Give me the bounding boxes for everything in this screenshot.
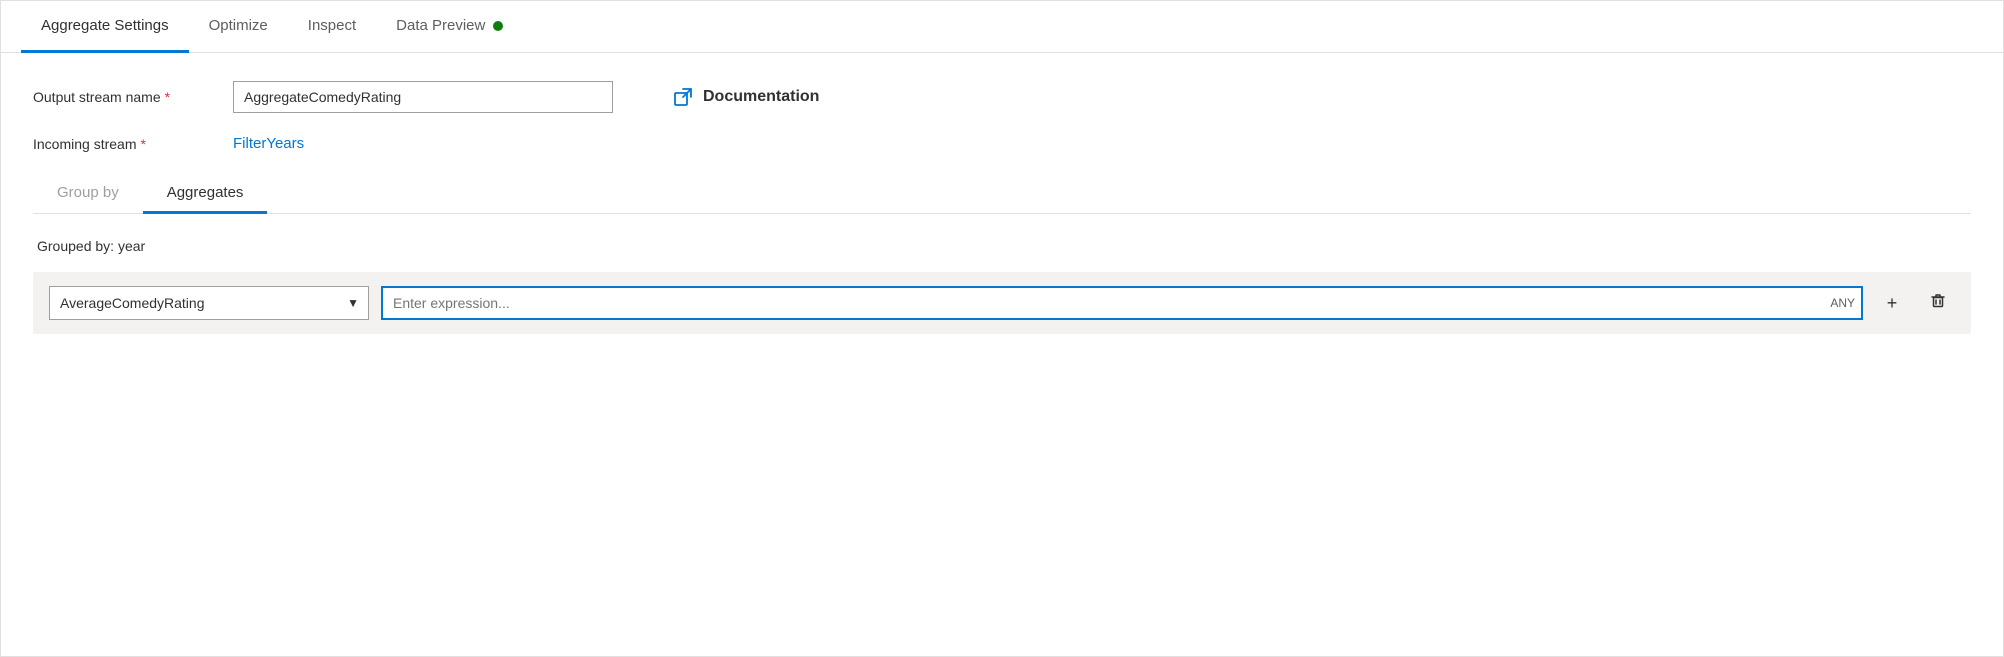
tab-data-preview[interactable]: Data Preview — [376, 1, 523, 53]
aggregate-row-container: AverageComedyRating ▼ ANY + — [33, 272, 1971, 334]
output-stream-row: Output stream name* Documentation — [33, 81, 1971, 113]
column-dropdown[interactable]: AverageComedyRating — [49, 286, 369, 320]
main-container: Aggregate Settings Optimize Inspect Data… — [0, 0, 2004, 657]
content-area: Output stream name* Documentation Incomi… — [1, 53, 2003, 358]
delete-icon — [1929, 292, 1947, 315]
column-dropdown-container: AverageComedyRating ▼ — [49, 286, 369, 320]
status-dot — [493, 21, 503, 31]
sub-tab-aggregates[interactable]: Aggregates — [143, 174, 268, 214]
delete-button[interactable] — [1921, 286, 1955, 320]
documentation-section: Documentation — [673, 87, 819, 107]
any-badge: ANY — [1830, 296, 1855, 310]
sub-tab-bar: Group by Aggregates — [33, 174, 1971, 214]
output-stream-input[interactable] — [233, 81, 613, 113]
incoming-stream-link[interactable]: FilterYears — [233, 135, 304, 152]
output-stream-required: * — [165, 89, 170, 105]
expression-container: ANY — [381, 286, 1863, 320]
incoming-stream-label: Incoming stream* — [33, 136, 233, 152]
tab-inspect[interactable]: Inspect — [288, 1, 376, 53]
documentation-label: Documentation — [703, 88, 819, 106]
expression-input[interactable] — [381, 286, 1863, 320]
output-stream-label: Output stream name* — [33, 89, 233, 105]
sub-tab-group-by[interactable]: Group by — [33, 174, 143, 214]
grouped-by-label: Grouped by: year — [33, 238, 1971, 254]
incoming-stream-row: Incoming stream* FilterYears — [33, 135, 1971, 152]
external-link-icon[interactable] — [673, 87, 693, 107]
add-button[interactable]: + — [1875, 286, 1909, 320]
add-icon: + — [1887, 293, 1898, 314]
tab-aggregate-settings[interactable]: Aggregate Settings — [21, 1, 189, 53]
incoming-stream-required: * — [140, 136, 145, 152]
tab-optimize[interactable]: Optimize — [189, 1, 288, 53]
tab-bar: Aggregate Settings Optimize Inspect Data… — [1, 1, 2003, 53]
